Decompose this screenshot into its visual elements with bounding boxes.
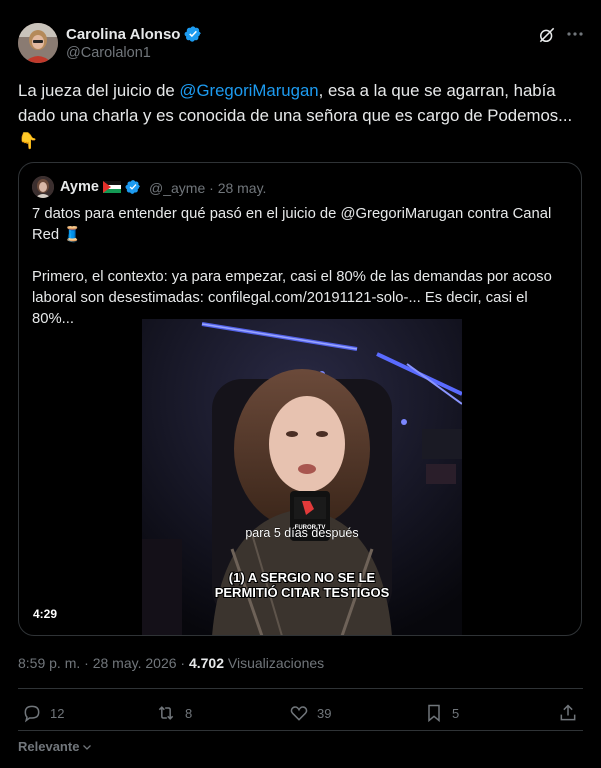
divider-bottom bbox=[18, 730, 583, 731]
author-avatar[interactable] bbox=[18, 23, 58, 63]
like-count: 39 bbox=[317, 705, 332, 721]
reply-count: 12 bbox=[50, 705, 65, 721]
tweet-timestamp: 8:59 p. m. · 28 may. 2026 · 4.702 Visual… bbox=[18, 655, 324, 671]
video-caption-top: para 5 días después bbox=[245, 526, 358, 540]
video-duration: 4:29 bbox=[33, 607, 58, 621]
repost-button[interactable]: 8 bbox=[155, 703, 192, 723]
quote-author-name[interactable]: Ayme bbox=[60, 179, 99, 195]
pointing-down-emoji: 👇 bbox=[18, 133, 38, 150]
share-button[interactable] bbox=[558, 703, 578, 723]
views-count: 4.702 bbox=[188, 655, 225, 671]
palestine-flag-icon bbox=[102, 181, 121, 193]
video-caption-bottom-1: (1) A SERGIO NO SE LE bbox=[229, 570, 376, 585]
share-icon bbox=[560, 704, 576, 721]
quote-handle[interactable]: @_ayme bbox=[149, 180, 205, 196]
bookmark-button[interactable]: 5 bbox=[424, 703, 459, 723]
verified-badge-icon bbox=[125, 180, 140, 194]
repost-count: 8 bbox=[185, 705, 193, 721]
chevron-down-icon bbox=[83, 744, 92, 750]
sort-replies-dropdown[interactable]: Relevante bbox=[18, 739, 93, 754]
verified-badge-icon bbox=[185, 26, 202, 42]
video-thumbnail: FUROR.TV para 5 días después (1) A SERGI… bbox=[142, 319, 462, 635]
tweet-time[interactable]: 8:59 p. m. bbox=[18, 655, 80, 671]
like-button[interactable]: 39 bbox=[289, 703, 331, 723]
bookmark-icon bbox=[428, 704, 440, 723]
tweet-text: La jueza del juicio de @GregoriMarugan, … bbox=[18, 78, 583, 154]
divider-top bbox=[18, 688, 583, 689]
reply-button[interactable]: 12 bbox=[22, 703, 64, 723]
quote-date[interactable]: 28 may. bbox=[218, 180, 267, 196]
tweet-date[interactable]: 28 may. 2026 bbox=[93, 655, 177, 671]
author-name-row[interactable]: Carolina Alonso bbox=[66, 25, 202, 43]
author-name[interactable]: Carolina Alonso bbox=[66, 26, 180, 43]
video-caption-bottom-2: PERMITIÓ CITAR TESTIGOS bbox=[215, 585, 390, 600]
tweet-text-before: La jueza del juicio de bbox=[18, 81, 180, 100]
quote-name-row[interactable]: Ayme bbox=[60, 179, 141, 195]
repost-icon bbox=[158, 706, 174, 720]
quote-meta-separator: · bbox=[209, 180, 214, 196]
quote-avatar[interactable] bbox=[32, 176, 54, 198]
mention-link[interactable]: @GregoriMarugan bbox=[179, 81, 318, 100]
timestamp-separator: · bbox=[84, 655, 89, 671]
quote-paragraph-1: 7 datos para entender qué pasó en el jui… bbox=[32, 206, 552, 243]
sort-label: Relevante bbox=[18, 739, 80, 754]
heart-icon bbox=[290, 706, 308, 721]
reply-icon bbox=[24, 705, 40, 723]
views-label: Visualizaciones bbox=[227, 655, 325, 671]
more-options-icon[interactable] bbox=[565, 24, 585, 44]
author-handle[interactable]: @Carolalon1 bbox=[66, 45, 151, 61]
bookmark-count: 5 bbox=[452, 705, 460, 721]
timestamp-separator-2: · bbox=[180, 655, 186, 671]
video-player[interactable]: FUROR.TV para 5 días después (1) A SERGI… bbox=[142, 319, 462, 635]
quoted-tweet[interactable]: Ayme @_ayme · 28 may. 7 datos para enten… bbox=[18, 162, 582, 636]
quote-meta: @_ayme · 28 may. bbox=[149, 180, 266, 196]
grok-icon[interactable] bbox=[537, 25, 557, 45]
